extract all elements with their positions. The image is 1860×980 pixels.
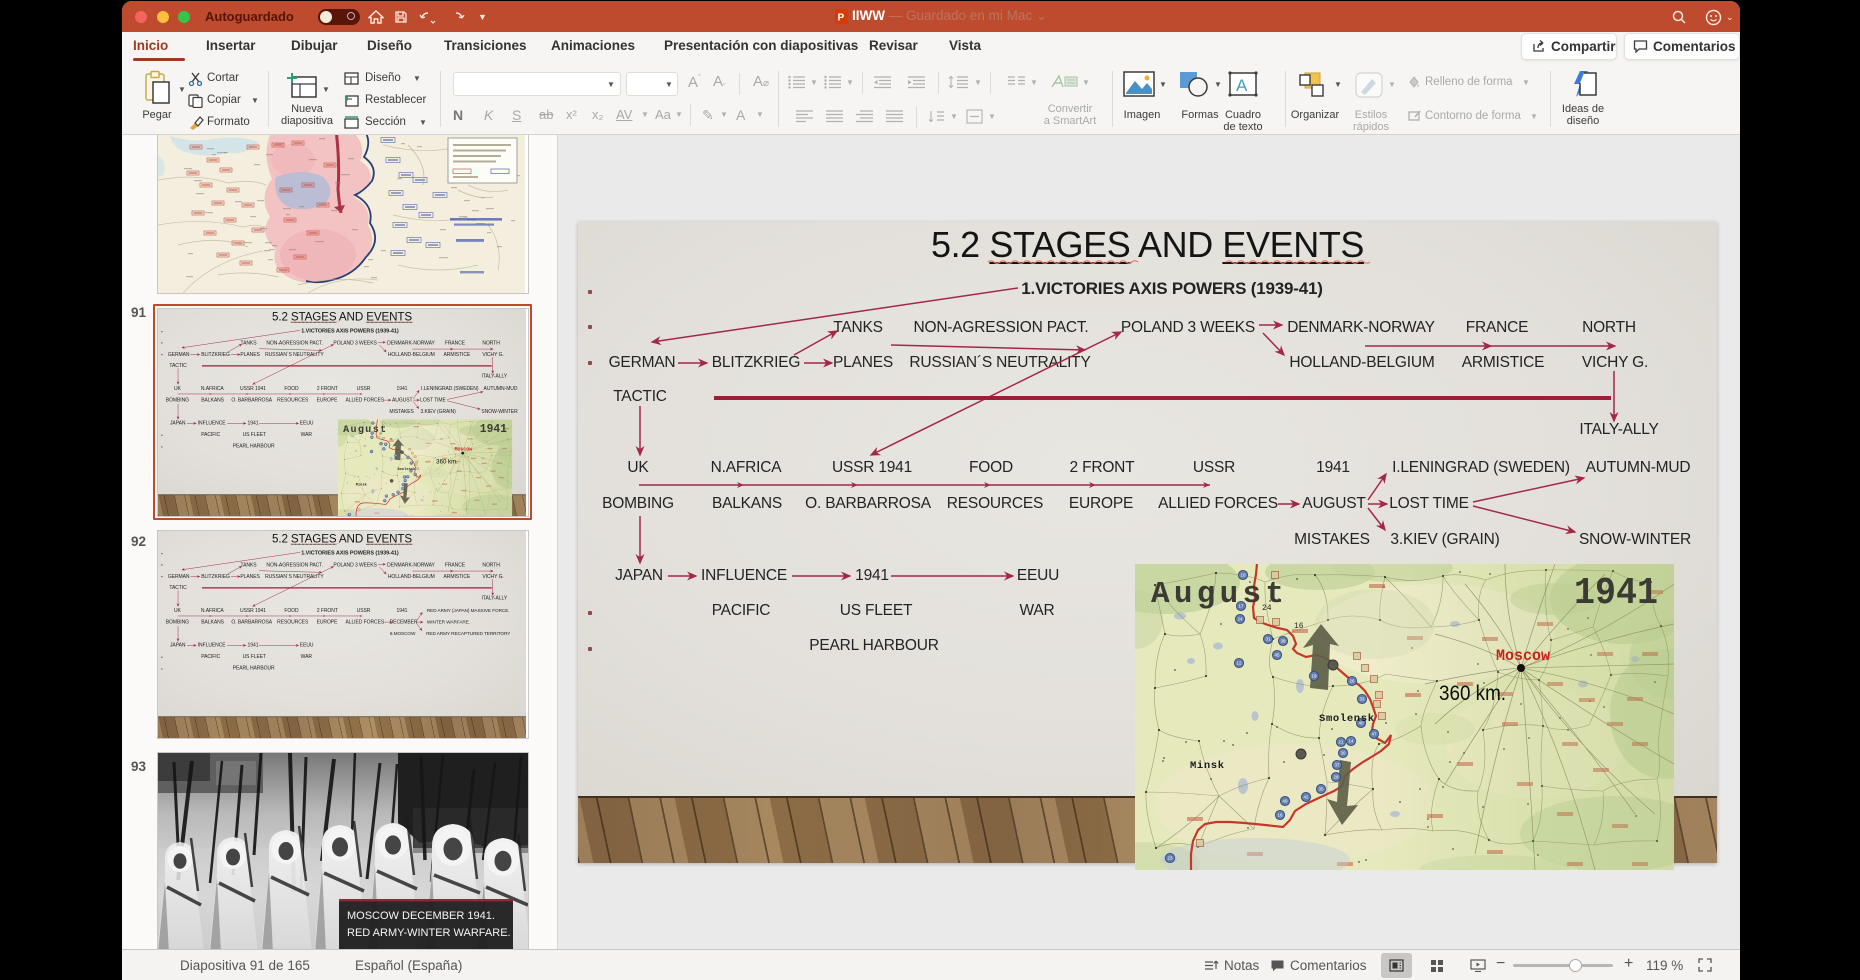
svg-text:Minsk: Minsk bbox=[356, 482, 367, 487]
svg-text:33: 33 bbox=[1359, 697, 1365, 702]
svg-text:28: 28 bbox=[402, 488, 404, 490]
svg-text:P: P bbox=[838, 13, 845, 24]
svg-text:1941: 1941 bbox=[480, 422, 507, 436]
svg-text:1941: 1941 bbox=[1574, 572, 1658, 615]
svg-text:33: 33 bbox=[411, 463, 413, 465]
svg-text:35: 35 bbox=[397, 492, 399, 494]
svg-text:360 km.: 360 km. bbox=[1439, 682, 1506, 705]
svg-text:26: 26 bbox=[407, 457, 409, 459]
svg-text:45: 45 bbox=[383, 448, 385, 450]
svg-text:14: 14 bbox=[407, 476, 409, 478]
svg-text:14: 14 bbox=[1348, 739, 1354, 744]
svg-text:24: 24 bbox=[1237, 617, 1243, 622]
svg-text:30: 30 bbox=[1340, 751, 1346, 756]
svg-text:Smolensk: Smolensk bbox=[397, 467, 415, 472]
svg-text:24: 24 bbox=[1262, 604, 1272, 613]
svg-text:Smolensk: Smolensk bbox=[1319, 713, 1374, 725]
svg-text:16: 16 bbox=[384, 500, 386, 502]
svg-text:23: 23 bbox=[348, 514, 350, 516]
svg-text:37: 37 bbox=[1334, 763, 1340, 768]
svg-text:31: 31 bbox=[380, 443, 382, 445]
svg-text:45: 45 bbox=[1274, 653, 1280, 658]
svg-text:A: A bbox=[1236, 76, 1248, 95]
svg-text:30: 30 bbox=[404, 480, 406, 482]
svg-text:RED ARMY-WINTER WARFARE.: RED ARMY-WINTER WARFARE. bbox=[347, 927, 511, 939]
svg-text:21: 21 bbox=[1338, 740, 1344, 745]
svg-text:28: 28 bbox=[1333, 775, 1339, 780]
svg-text:49: 49 bbox=[1282, 799, 1288, 804]
svg-text:12: 12 bbox=[1236, 661, 1242, 666]
svg-text:37: 37 bbox=[402, 484, 404, 486]
svg-text:360 km.: 360 km. bbox=[436, 458, 458, 465]
svg-text:16: 16 bbox=[1294, 622, 1304, 631]
svg-text:47: 47 bbox=[414, 474, 416, 476]
svg-text:31: 31 bbox=[1265, 637, 1271, 642]
svg-text:23: 23 bbox=[1167, 856, 1173, 861]
svg-text:16: 16 bbox=[389, 438, 393, 441]
svg-text:24: 24 bbox=[371, 437, 373, 439]
svg-text:49: 49 bbox=[386, 496, 388, 498]
svg-text:35: 35 bbox=[1318, 787, 1324, 792]
svg-text:21: 21 bbox=[404, 477, 406, 479]
svg-text:Minsk: Minsk bbox=[1190, 760, 1224, 772]
svg-text:MOSCOW DECEMBER 1941.: MOSCOW DECEMBER 1941. bbox=[347, 910, 495, 922]
svg-text:38: 38 bbox=[385, 444, 387, 446]
svg-text:24: 24 bbox=[379, 432, 383, 435]
svg-text:Moscow: Moscow bbox=[455, 447, 473, 453]
svg-text:Moscow: Moscow bbox=[1496, 647, 1550, 665]
svg-text:42: 42 bbox=[1303, 795, 1309, 800]
svg-text:19: 19 bbox=[395, 455, 397, 457]
svg-text:16: 16 bbox=[1277, 813, 1283, 818]
svg-text:42: 42 bbox=[392, 494, 394, 496]
svg-text:19: 19 bbox=[1311, 674, 1317, 679]
svg-text:47: 47 bbox=[1371, 732, 1377, 737]
svg-text:12: 12 bbox=[371, 451, 373, 453]
svg-text:38: 38 bbox=[1280, 639, 1286, 644]
svg-text:26: 26 bbox=[1349, 679, 1355, 684]
